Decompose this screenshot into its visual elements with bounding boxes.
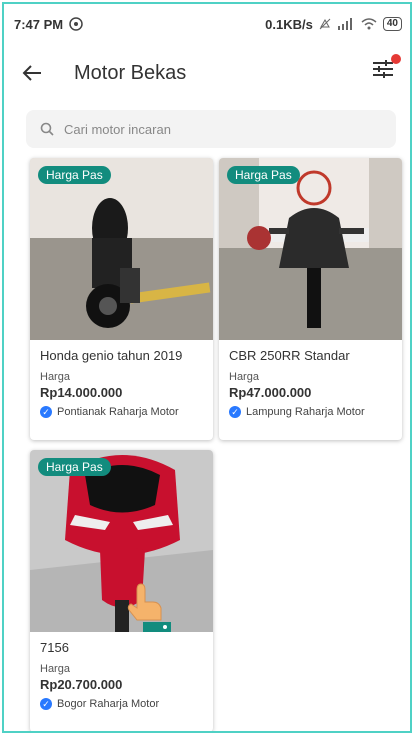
back-button[interactable] <box>16 57 48 89</box>
status-time: 7:47 PM <box>14 16 64 32</box>
listing-name: 7156 <box>40 640 69 655</box>
listing-grid: Harga Pas Honda genio tahun 2019 Harga R… <box>30 158 402 731</box>
filter-button[interactable] <box>372 54 401 84</box>
verified-check-icon: ✓ <box>229 406 241 418</box>
search-placeholder: Cari motor incaran <box>64 121 171 137</box>
mute-icon <box>319 18 331 30</box>
listing-card[interactable]: Harga Pas 7156 Harga Rp20.700.000 ✓ Bogo… <box>30 450 213 731</box>
seller-name: Bogor Raharja Motor <box>57 698 160 710</box>
listing-name: Honda genio tahun 2019 <box>40 348 183 363</box>
listing-price: Rp47.000.000 <box>229 385 312 400</box>
price-badge: Harga Pas <box>38 166 111 184</box>
signal-icon <box>337 18 352 30</box>
wifi-icon <box>361 18 377 30</box>
arrow-left-icon <box>22 65 41 81</box>
network-speed: 0.1KB/s <box>265 16 313 32</box>
listing-photo: Harga Pas <box>30 158 213 340</box>
screen: 7:47 PM 0.1KB/s 40 Motor Bekas Cari moto… <box>2 2 412 733</box>
notification-icon <box>69 17 83 31</box>
price-badge: Harga Pas <box>227 166 300 184</box>
verified-check-icon: ✓ <box>40 698 52 710</box>
listing-photo: Harga Pas <box>30 450 213 632</box>
price-label: Harga <box>40 663 70 675</box>
price-badge: Harga Pas <box>38 458 111 476</box>
page-title: Motor Bekas <box>74 61 187 84</box>
seller-row: ✓ Pontianak Raharja Motor <box>40 406 203 418</box>
search-bar[interactable]: Cari motor incaran <box>26 110 396 148</box>
filter-notification-dot <box>391 54 401 64</box>
seller-row: ✓ Bogor Raharja Motor <box>40 698 203 710</box>
listing-card[interactable]: Harga Pas CBR 250RR Standar Harga Rp47.0… <box>219 158 402 440</box>
app-bar: Motor Bekas <box>4 44 410 102</box>
search-icon <box>40 122 54 136</box>
listing-price: Rp14.000.000 <box>40 385 123 400</box>
price-label: Harga <box>229 371 259 383</box>
seller-row: ✓ Lampung Raharja Motor <box>229 406 392 418</box>
verified-check-icon: ✓ <box>40 406 52 418</box>
listing-photo: Harga Pas <box>219 158 402 340</box>
listing-price: Rp20.700.000 <box>40 677 123 692</box>
listing-card[interactable]: Harga Pas Honda genio tahun 2019 Harga R… <box>30 158 213 440</box>
seller-name: Lampung Raharja Motor <box>246 406 365 418</box>
price-label: Harga <box>40 371 70 383</box>
status-bar: 7:47 PM 0.1KB/s 40 <box>4 4 410 44</box>
seller-name: Pontianak Raharja Motor <box>57 406 179 418</box>
tap-hand-icon <box>127 583 171 632</box>
battery-icon: 40 <box>382 17 402 31</box>
listing-name: CBR 250RR Standar <box>229 348 350 363</box>
